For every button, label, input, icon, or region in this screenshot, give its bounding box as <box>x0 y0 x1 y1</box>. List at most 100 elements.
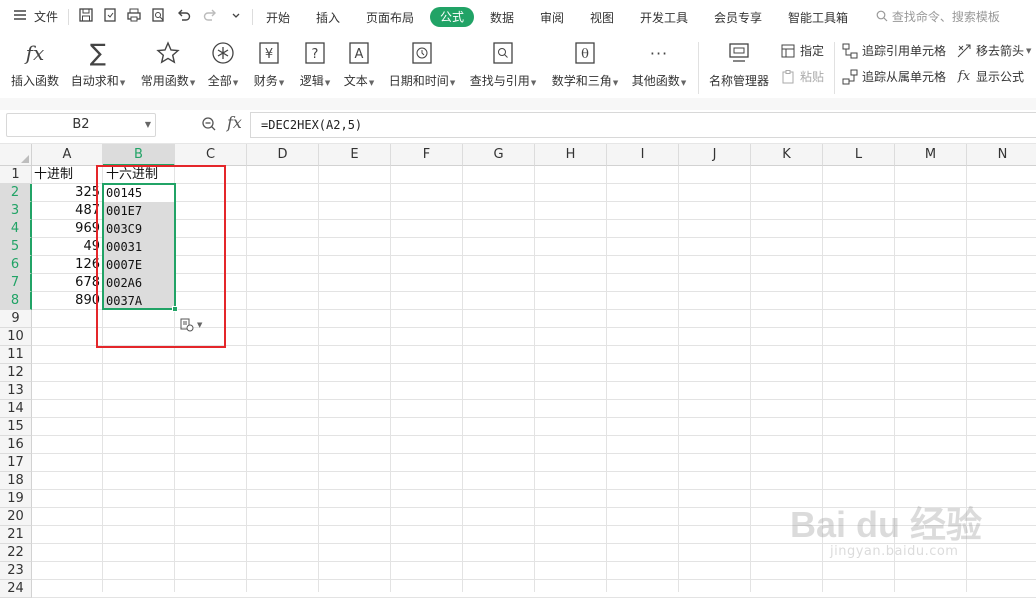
clock-icon <box>386 40 458 66</box>
undo-icon[interactable] <box>176 7 194 25</box>
datetime-button[interactable]: 日期和时间▼ <box>386 40 458 89</box>
row-header-18[interactable]: 18 <box>0 472 32 490</box>
column-header-l[interactable]: L <box>823 144 895 166</box>
save-icon[interactable] <box>78 7 96 25</box>
cell-a2[interactable]: 325 <box>33 184 102 202</box>
row-header-9[interactable]: 9 <box>0 310 32 328</box>
row-header-15[interactable]: 15 <box>0 418 32 436</box>
row-header-21[interactable]: 21 <box>0 526 32 544</box>
tab-data[interactable]: 数据 <box>490 8 514 28</box>
lookup-button[interactable]: 查找与引用▼ <box>466 40 540 89</box>
gridline <box>318 166 319 592</box>
insert-function-button[interactable]: fx 插入函数 <box>8 40 62 89</box>
column-header-a[interactable]: A <box>32 144 103 166</box>
row-header-19[interactable]: 19 <box>0 490 32 508</box>
fx-icon[interactable]: fx <box>227 113 242 132</box>
column-header-f[interactable]: F <box>391 144 463 166</box>
common-functions-button[interactable]: 常用函数▼ <box>137 40 199 89</box>
tab-page-layout[interactable]: 页面布局 <box>366 8 414 28</box>
row-header-1[interactable]: 1 <box>0 166 32 184</box>
paste-names-button[interactable]: 粘贴 <box>780 68 824 85</box>
logic-button[interactable]: ? 逻辑▼ <box>296 40 334 89</box>
row-header-12[interactable]: 12 <box>0 364 32 382</box>
print-icon[interactable] <box>126 7 144 25</box>
quick-access-dropdown-icon[interactable] <box>228 7 246 25</box>
formula-input[interactable]: =DEC2HEX(A2,5) <box>250 112 1036 138</box>
print-preview-icon[interactable] <box>150 7 168 25</box>
column-header-k[interactable]: K <box>751 144 823 166</box>
trace-dependents-button[interactable]: 追踪从属单元格 <box>842 68 946 85</box>
text-functions-button[interactable]: A 文本▼ <box>340 40 378 89</box>
row-header-20[interactable]: 20 <box>0 508 32 526</box>
tab-insert[interactable]: 插入 <box>316 8 340 28</box>
row-header-11[interactable]: 11 <box>0 346 32 364</box>
tab-view[interactable]: 视图 <box>590 8 614 28</box>
name-box[interactable]: B2 ▼ <box>6 113 156 137</box>
cell-a3[interactable]: 487 <box>33 202 102 220</box>
column-header-n[interactable]: N <box>967 144 1036 166</box>
select-all-corner[interactable] <box>0 144 32 166</box>
tab-member[interactable]: 会员专享 <box>714 8 762 28</box>
command-search[interactable]: 查找命令、搜索模板 <box>876 8 1000 25</box>
column-header-e[interactable]: E <box>319 144 391 166</box>
remove-arrows-button[interactable]: 移去箭头 ▼ <box>956 42 1031 59</box>
zoom-search-icon[interactable] <box>201 116 217 135</box>
column-header-b[interactable]: B <box>103 144 175 166</box>
finance-label: 财务 <box>253 74 278 88</box>
finance-button[interactable]: ¥ 财务▼ <box>250 40 288 89</box>
specify-button[interactable]: 指定 <box>780 42 824 59</box>
row-header-13[interactable]: 13 <box>0 382 32 400</box>
row-header-2[interactable]: 2 <box>0 184 32 202</box>
row-header-3[interactable]: 3 <box>0 202 32 220</box>
column-header-g[interactable]: G <box>463 144 535 166</box>
row-header-5[interactable]: 5 <box>0 238 32 256</box>
tab-home[interactable]: 开始 <box>266 8 290 28</box>
row-header-23[interactable]: 23 <box>0 562 32 580</box>
tab-review[interactable]: 审阅 <box>540 8 564 28</box>
all-functions-button[interactable]: 全部▼ <box>205 40 241 89</box>
column-header-m[interactable]: M <box>895 144 967 166</box>
column-header-d[interactable]: D <box>247 144 319 166</box>
export-pdf-icon[interactable] <box>102 7 120 25</box>
row-header-8[interactable]: 8 <box>0 292 32 310</box>
gridline <box>32 399 1036 400</box>
show-formulas-button[interactable]: fx 显示公式 <box>956 68 1024 85</box>
row-header-17[interactable]: 17 <box>0 454 32 472</box>
cell-a1[interactable]: 十进制 <box>34 166 102 184</box>
row-header-4[interactable]: 4 <box>0 220 32 238</box>
name-box-value: B2 <box>72 117 90 132</box>
row-header-6[interactable]: 6 <box>0 256 32 274</box>
column-header-j[interactable]: J <box>679 144 751 166</box>
name-manager-button[interactable]: 名称管理器 <box>706 40 772 89</box>
autosum-button[interactable]: ∑ 自动求和▼ <box>68 39 128 89</box>
trace-dependents-label: 追踪从属单元格 <box>862 70 947 84</box>
math-trig-button[interactable]: θ 数学和三角▼ <box>548 40 622 89</box>
chevron-down-icon[interactable]: ▼ <box>145 114 151 136</box>
row-header-7[interactable]: 7 <box>0 274 32 292</box>
trace-precedents-button[interactable]: 追踪引用单元格 <box>842 42 946 59</box>
row-header-16[interactable]: 16 <box>0 436 32 454</box>
row-header-24[interactable]: 24 <box>0 580 32 598</box>
asterisk-circle-icon <box>205 40 241 66</box>
tab-smart-toolbox[interactable]: 智能工具箱 <box>788 8 848 28</box>
ribbon: fx 插入函数 ∑ 自动求和▼ 常用函数▼ 全部▼ ¥ 财务▼ ? 逻辑▼ A … <box>0 34 1036 98</box>
cell-a6[interactable]: 126 <box>33 256 102 274</box>
row-header-10[interactable]: 10 <box>0 328 32 346</box>
cell-a4[interactable]: 969 <box>33 220 102 238</box>
row-header-22[interactable]: 22 <box>0 544 32 562</box>
cell-a5[interactable]: 49 <box>33 238 102 256</box>
redo-icon[interactable] <box>202 7 220 25</box>
column-header-c[interactable]: C <box>175 144 247 166</box>
tab-formulas[interactable]: 公式 <box>430 7 475 27</box>
tab-developer[interactable]: 开发工具 <box>640 8 688 28</box>
column-header-h[interactable]: H <box>535 144 607 166</box>
hamburger-icon[interactable] <box>12 7 30 25</box>
cell-a7[interactable]: 678 <box>33 274 102 292</box>
lookup-label: 查找与引用 <box>469 74 530 88</box>
cell-a8[interactable]: 890 <box>33 292 102 310</box>
baidu-watermark: Bai du 经验 jingyan.baidu.com <box>790 486 990 576</box>
file-menu[interactable]: 文件 <box>34 8 58 26</box>
column-header-i[interactable]: I <box>607 144 679 166</box>
row-header-14[interactable]: 14 <box>0 400 32 418</box>
other-functions-button[interactable]: ··· 其他函数▼ <box>628 40 690 89</box>
